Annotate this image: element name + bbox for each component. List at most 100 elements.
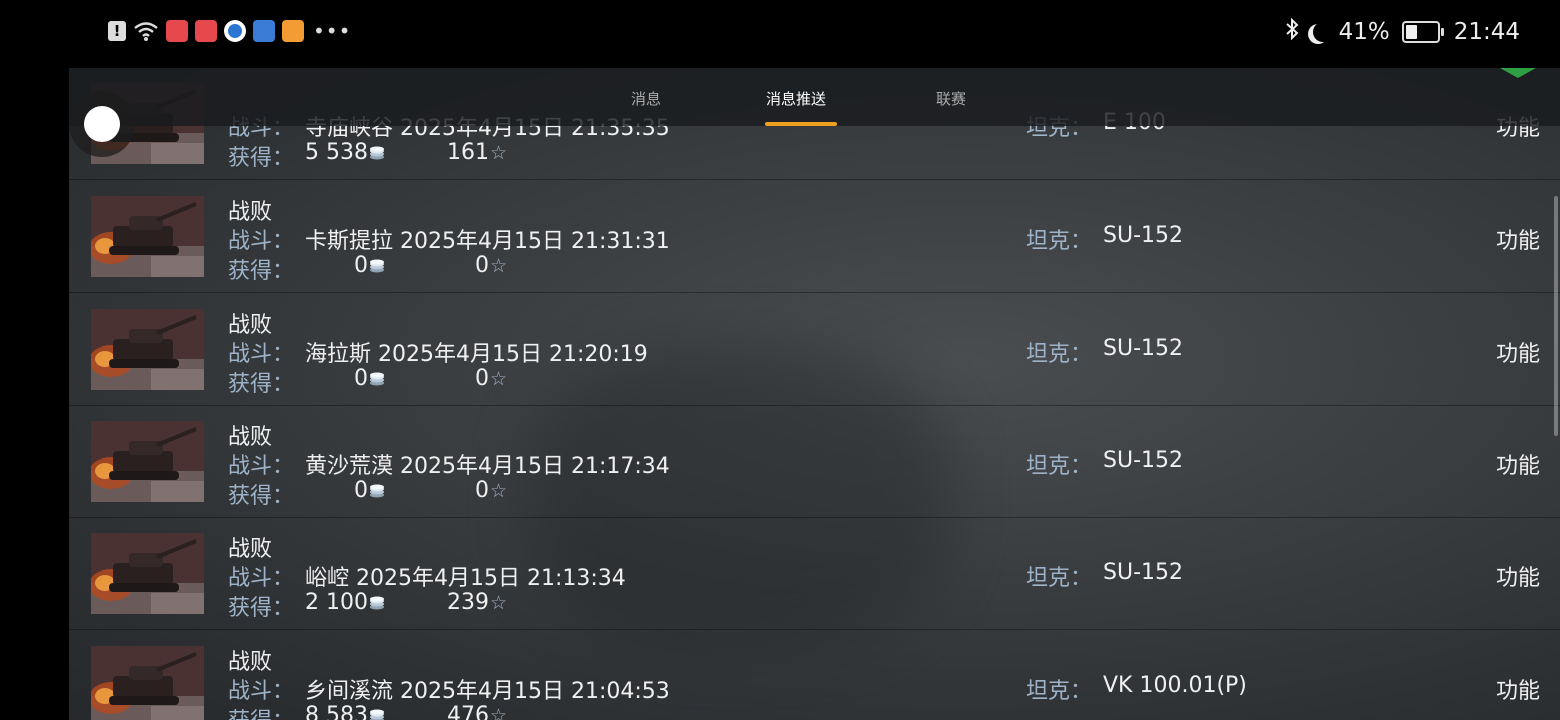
tank-name: VK 100.01(P)	[1103, 673, 1247, 698]
function-button[interactable]: 功能	[1496, 336, 1540, 368]
tank-label: 坦克：	[1026, 566, 1093, 591]
battle-result: 战败	[228, 425, 273, 450]
list-item[interactable]: 战败 战斗： 海拉斯 2025年4月15日 21:20:19 获得： 0 0☆ …	[69, 293, 1560, 406]
tank-name: SU-152	[1103, 336, 1183, 361]
star-icon: ☆	[489, 255, 507, 277]
earned-label: 获得：	[228, 703, 294, 720]
video-app-icon	[282, 20, 304, 42]
battery-percent: 41%	[1338, 18, 1390, 45]
list-item[interactable]: 战败 战斗： 乡间溪流 2025年4月15日 21:04:53 获得： 8 58…	[69, 630, 1560, 720]
battle-result: 战败	[228, 537, 273, 562]
star-icon: ☆	[489, 705, 507, 720]
app-notification-icon	[166, 20, 188, 42]
battle-map-datetime: 黄沙荒漠 2025年4月15日 21:17:34	[305, 454, 670, 479]
credits-earned: 0	[305, 253, 385, 278]
scrollbar[interactable]	[1554, 196, 1558, 436]
function-button[interactable]: 功能	[1496, 448, 1540, 480]
floating-assistive-button[interactable]	[69, 91, 135, 157]
tank-label: 坦克：	[1026, 679, 1093, 704]
experience-earned: 0☆	[427, 253, 507, 278]
credits-value: 0	[354, 366, 368, 391]
silver-coin-icon	[370, 709, 384, 720]
tank-thumbnail	[91, 646, 204, 720]
experience-earned: 161☆	[427, 140, 507, 165]
alert-icon: !	[108, 21, 126, 41]
list-item[interactable]: 战败 战斗： 卡斯提拉 2025年4月15日 21:31:31 获得： 0 0☆…	[69, 180, 1560, 293]
active-tab-indicator	[765, 122, 837, 126]
tank-name: SU-152	[1103, 560, 1183, 585]
earned-label: 获得：	[228, 484, 295, 509]
tank-name: SU-152	[1103, 448, 1183, 473]
experience-earned: 239☆	[427, 590, 507, 615]
app-notification-icon	[195, 20, 217, 42]
earned-label: 获得：	[228, 372, 295, 397]
battle-result: 战败	[228, 650, 273, 675]
star-icon: ☆	[489, 592, 507, 614]
tank-thumbnail	[91, 309, 204, 390]
credits-value: 2 100	[305, 590, 368, 615]
bluetooth-icon	[1285, 17, 1299, 45]
credits-value: 0	[354, 253, 368, 278]
list-item[interactable]: 战败 战斗： 峪崆 2025年4月15日 21:13:34 获得： 2 100 …	[69, 517, 1560, 630]
tab-league[interactable]: 联赛	[936, 88, 966, 109]
experience-earned: 0☆	[427, 478, 507, 503]
experience-earned: 0☆	[427, 366, 507, 391]
list-item[interactable]: 战败 战斗： 黄沙荒漠 2025年4月15日 21:17:34 获得： 0 0☆…	[69, 405, 1560, 518]
clock: 21:44	[1453, 18, 1520, 45]
battle-label: 战斗：	[228, 454, 295, 479]
earned-label: 获得：	[228, 259, 295, 284]
battle-map-datetime: 乡间溪流 2025年4月15日 21:04:53	[305, 679, 670, 704]
star-icon: ☆	[489, 480, 507, 502]
browser-app-icon	[224, 20, 246, 42]
star-icon: ☆	[489, 368, 507, 390]
battery-icon	[1401, 20, 1444, 43]
experience-earned: 476☆	[427, 703, 507, 720]
silver-coin-icon	[370, 259, 384, 273]
system-indicators: 41% 21:44	[1285, 17, 1520, 45]
tank-label: 坦克：	[1026, 229, 1093, 254]
wifi-icon	[133, 20, 159, 42]
tank-thumbnail	[91, 533, 204, 614]
tank-thumbnail	[91, 196, 204, 277]
silver-coin-icon	[370, 484, 384, 498]
battery-fill	[1405, 24, 1418, 39]
experience-value: 0	[474, 366, 489, 391]
tank-thumbnail	[91, 421, 204, 502]
credits-value: 0	[354, 478, 368, 503]
credits-value: 5 538	[305, 140, 368, 165]
experience-value: 476	[446, 703, 489, 720]
battle-map-datetime: 峪崆 2025年4月15日 21:13:34	[305, 566, 626, 591]
function-button[interactable]: 功能	[1496, 673, 1540, 705]
game-app-window: 战斗： 寺庙峡谷 2025年4月15日 21:35:35 获得： 5 538 1…	[69, 68, 1560, 720]
earned-label: 获得：	[228, 146, 295, 171]
battle-label: 战斗：	[228, 566, 295, 591]
do-not-disturb-icon	[1313, 22, 1333, 42]
credits-earned: 0	[305, 366, 385, 391]
tank-label: 坦克：	[1026, 342, 1093, 367]
star-icon: ☆	[489, 142, 507, 164]
game-app-icon	[253, 20, 275, 42]
tank-name: SU-152	[1103, 223, 1183, 248]
earned-label: 获得：	[228, 596, 295, 621]
battle-label: 战斗：	[228, 342, 295, 367]
experience-value: 0	[474, 478, 489, 503]
credits-earned: 2 100	[305, 590, 385, 615]
experience-value: 0	[474, 253, 489, 278]
battle-map-datetime: 海拉斯 2025年4月15日 21:20:19	[305, 342, 648, 367]
credits-earned: 8 583	[305, 703, 385, 720]
battle-map-datetime: 卡斯提拉 2025年4月15日 21:31:31	[305, 229, 670, 254]
experience-value: 161	[446, 140, 489, 165]
function-button[interactable]: 功能	[1496, 560, 1540, 592]
tank-label: 坦克：	[1026, 454, 1093, 479]
silver-coin-icon	[370, 146, 384, 160]
more-notifications-icon: •••	[313, 19, 352, 43]
silver-coin-icon	[370, 596, 384, 610]
credits-earned: 0	[305, 478, 385, 503]
tab-message-push[interactable]: 消息推送	[766, 88, 826, 109]
function-button[interactable]: 功能	[1496, 223, 1540, 255]
credits-value: 8 583	[305, 703, 368, 720]
battle-result: 战败	[228, 313, 273, 338]
notification-icons: ! •••	[108, 20, 351, 42]
tab-messages[interactable]: 消息	[631, 88, 661, 109]
experience-value: 239	[446, 590, 489, 615]
